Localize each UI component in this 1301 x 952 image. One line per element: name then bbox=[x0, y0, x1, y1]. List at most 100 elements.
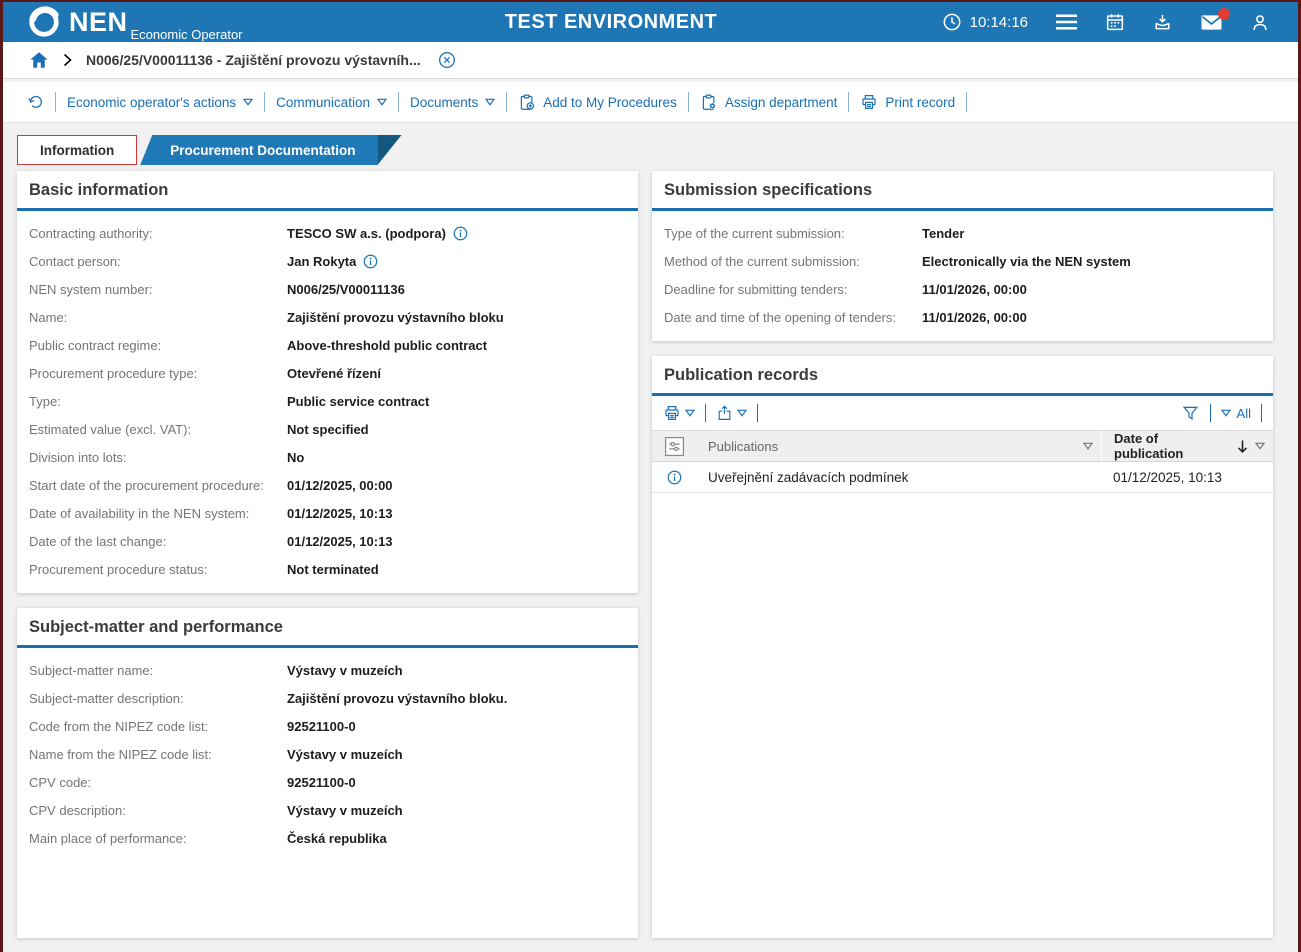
content-area: Basic information Contracting authority:… bbox=[3, 171, 1298, 952]
user-icon bbox=[1250, 12, 1270, 33]
toolbar-economic-operators-actions[interactable]: Economic operator's actions bbox=[56, 95, 264, 110]
field-value: Above-threshold public contract bbox=[287, 338, 487, 353]
chevron-down-icon bbox=[685, 409, 695, 417]
tab-information[interactable]: Information bbox=[17, 135, 137, 165]
field-value: Výstavy v muzeích bbox=[287, 803, 403, 818]
header-actions: 10:14:16 bbox=[942, 12, 1298, 33]
field-value: Tender bbox=[922, 226, 964, 241]
printer-icon bbox=[860, 93, 878, 111]
column-header-date-of-publication[interactable]: Date of publication bbox=[1101, 431, 1273, 461]
close-record-button[interactable] bbox=[437, 50, 457, 70]
field-row: Estimated value (excl. VAT):Not specifie… bbox=[17, 415, 638, 443]
field-label: Division into lots: bbox=[29, 450, 287, 465]
downloads-button[interactable] bbox=[1152, 12, 1173, 32]
left-column: Basic information Contracting authority:… bbox=[17, 171, 638, 938]
toolbar-add-to-my-procedures[interactable]: Add to My Procedures bbox=[507, 93, 688, 112]
publication-records-section: Publication records bbox=[652, 356, 1273, 938]
field-value: Česká republika bbox=[287, 831, 387, 846]
field-value: 92521100-0 bbox=[287, 775, 356, 790]
toolbar-assign-department[interactable]: Assign department bbox=[689, 93, 849, 112]
print-dropdown-button[interactable] bbox=[663, 404, 695, 422]
info-icon[interactable] bbox=[452, 225, 469, 242]
field-value: 11/01/2026, 00:00 bbox=[922, 310, 1027, 325]
user-profile-button[interactable] bbox=[1250, 12, 1270, 33]
field-row: Main place of performance:Česká republik… bbox=[17, 824, 638, 852]
field-value: Not specified bbox=[287, 422, 369, 437]
field-row: Contact person:Jan Rokyta bbox=[17, 247, 638, 275]
table-body: Uveřejnění zadávacích podmínek01/12/2025… bbox=[652, 462, 1273, 493]
tab-procurement-documentation[interactable]: Procurement Documentation bbox=[140, 135, 401, 165]
field-row: Start date of the procurement procedure:… bbox=[17, 471, 638, 499]
filter-caret-icon[interactable] bbox=[1255, 442, 1265, 450]
home-button[interactable] bbox=[29, 51, 49, 69]
field-label: Method of the current submission: bbox=[664, 254, 922, 269]
field-list: Contracting authority:TESCO SW a.s. (pod… bbox=[17, 211, 638, 593]
field-label: Procurement procedure type: bbox=[29, 366, 287, 381]
table-row[interactable]: Uveřejnění zadávacích podmínek01/12/2025… bbox=[652, 462, 1273, 493]
field-label: Name: bbox=[29, 310, 287, 325]
clipboard-gear-icon bbox=[700, 93, 718, 112]
field-row: Code from the NIPEZ code list:92521100-0 bbox=[17, 712, 638, 740]
filter-caret-icon[interactable] bbox=[1083, 442, 1093, 450]
notification-badge bbox=[1218, 8, 1230, 20]
breadcrumb: N006/25/V00011136 - Zajištění provozu vý… bbox=[3, 42, 1298, 79]
download-tray-icon bbox=[1152, 12, 1173, 32]
brand-subtitle: Economic Operator bbox=[131, 27, 243, 42]
chevron-down-icon bbox=[377, 98, 387, 106]
field-label: Deadline for submitting tenders: bbox=[664, 282, 922, 297]
field-row: Subject-matter description:Zajištění pro… bbox=[17, 684, 638, 712]
app-frame: NEN Economic Operator TEST ENVIRONMENT 1… bbox=[0, 0, 1301, 952]
show-all-label: All bbox=[1237, 406, 1251, 421]
export-dropdown-button[interactable] bbox=[716, 404, 747, 422]
sort-descending-icon[interactable] bbox=[1236, 439, 1249, 454]
field-label: Date of availability in the NEN system: bbox=[29, 506, 287, 521]
filter-button[interactable] bbox=[1181, 404, 1200, 422]
field-value: 01/12/2025, 10:13 bbox=[287, 506, 393, 521]
field-value: N006/25/V00011136 bbox=[287, 282, 405, 297]
toolbar-documents[interactable]: Documents bbox=[399, 95, 506, 110]
toolbar-communication[interactable]: Communication bbox=[265, 95, 398, 110]
field-label: NEN system number: bbox=[29, 282, 287, 297]
field-row: Name:Zajištění provozu výstavního bloku bbox=[17, 303, 638, 331]
info-icon[interactable] bbox=[362, 253, 379, 270]
field-label: CPV code: bbox=[29, 775, 287, 790]
field-value: Jan Rokyta bbox=[287, 254, 356, 269]
field-row: Public contract regime:Above-threshold p… bbox=[17, 331, 638, 359]
toolbar-separator bbox=[1261, 404, 1262, 422]
field-label: Date of the last change: bbox=[29, 534, 287, 549]
toolbar-separator bbox=[1210, 404, 1211, 422]
clock-time: 10:14:16 bbox=[970, 14, 1028, 31]
field-value: Not terminated bbox=[287, 562, 379, 577]
table-settings-cell[interactable] bbox=[652, 431, 696, 461]
field-row: Date and time of the opening of tenders:… bbox=[652, 303, 1273, 331]
field-row: Procurement procedure type:Otevřené říze… bbox=[17, 359, 638, 387]
info-icon[interactable] bbox=[666, 469, 683, 486]
field-value: Výstavy v muzeích bbox=[287, 747, 403, 762]
toolbar-label: Assign department bbox=[725, 95, 838, 110]
toolbar-label: Communication bbox=[276, 95, 370, 110]
toolbar-label: Add to My Procedures bbox=[543, 95, 677, 110]
tab-bar: Information Procurement Documentation bbox=[17, 135, 1298, 165]
field-row: Contracting authority:TESCO SW a.s. (pod… bbox=[17, 219, 638, 247]
publications-toolbar: All bbox=[652, 396, 1273, 430]
action-toolbar: Economic operator's actions Communication… bbox=[3, 82, 1298, 123]
toolbar-print-record[interactable]: Print record bbox=[849, 93, 966, 111]
filter-funnel-icon bbox=[1181, 404, 1200, 422]
toolbar-label: Documents bbox=[410, 95, 478, 110]
toolbar-refresh[interactable] bbox=[16, 94, 55, 111]
calendar-button[interactable] bbox=[1105, 12, 1125, 32]
field-value: TESCO SW a.s. (podpora) bbox=[287, 226, 446, 241]
brand-name: NEN bbox=[69, 9, 128, 36]
field-value: Electronically via the NEN system bbox=[922, 254, 1131, 269]
basic-information-section: Basic information Contracting authority:… bbox=[17, 171, 638, 593]
show-all-filter-button[interactable]: All bbox=[1221, 406, 1251, 421]
toolbar-label: Economic operator's actions bbox=[67, 95, 236, 110]
column-header-publications[interactable]: Publications bbox=[696, 431, 1101, 461]
menu-button[interactable] bbox=[1055, 13, 1078, 31]
field-row: NEN system number:N006/25/V00011136 bbox=[17, 275, 638, 303]
field-list: Subject-matter name:Výstavy v muzeíchSub… bbox=[17, 648, 638, 862]
messages-button[interactable] bbox=[1200, 13, 1223, 32]
field-label: Contracting authority: bbox=[29, 226, 287, 241]
field-row: CPV description:Výstavy v muzeích bbox=[17, 796, 638, 824]
toolbar-separator bbox=[705, 404, 706, 422]
